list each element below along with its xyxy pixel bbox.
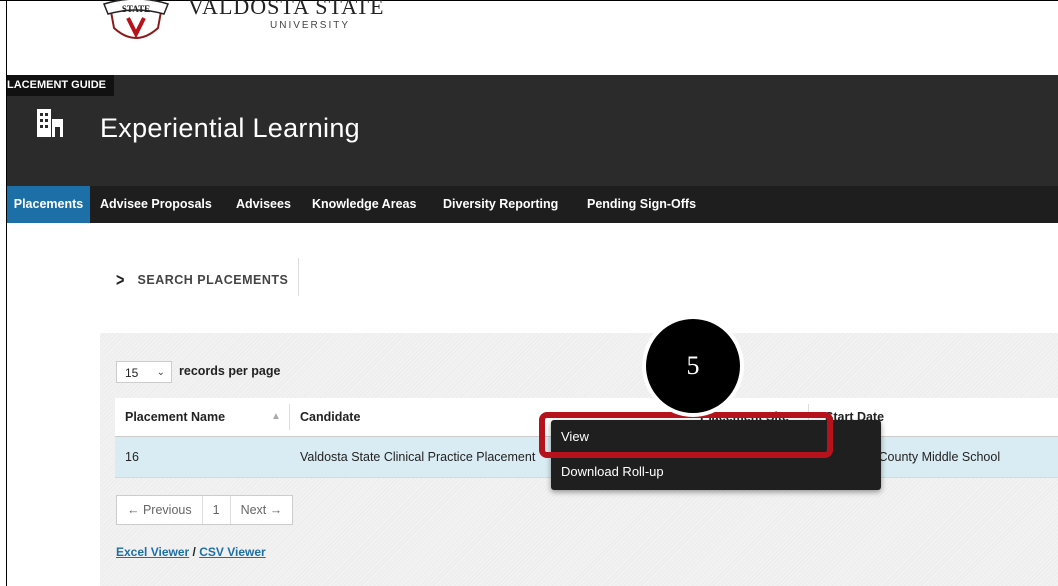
search-placements-toggle[interactable]: > SEARCH PLACEMENTS — [115, 262, 288, 298]
seal-text: STATE — [122, 4, 150, 14]
app-header: LACEMENT GUIDE Experiential Learning — [7, 75, 1058, 186]
next-page-button[interactable]: Next → — [231, 496, 293, 524]
csv-viewer-link[interactable]: CSV Viewer — [199, 545, 265, 559]
university-seal-icon: STATE — [103, 0, 169, 39]
column-header-placement-name[interactable]: Placement Name — [125, 398, 225, 436]
guide-tag[interactable]: LACEMENT GUIDE — [7, 75, 114, 96]
records-per-page-label: records per page — [179, 364, 281, 378]
tab-advisee-proposals[interactable]: Advisee Proposals — [100, 186, 212, 223]
previous-page-button[interactable]: ← Previous — [117, 496, 203, 524]
records-per-page-select[interactable]: 15 ⌄ — [116, 361, 172, 383]
chevron-right-icon: > — [116, 269, 125, 290]
tab-pending-sign-offs[interactable]: Pending Sign-Offs — [587, 186, 696, 223]
divider — [298, 258, 299, 296]
context-menu-download-roll-up[interactable]: Download Roll-up — [561, 464, 664, 479]
chevron-down-icon: ⌄ — [156, 367, 165, 378]
cell-placement-name: 16 — [125, 450, 139, 464]
step-number: 5 — [686, 351, 700, 380]
column-separator — [289, 404, 290, 430]
step-callout: 5 — [642, 315, 744, 417]
export-links: Excel Viewer / CSV Viewer — [116, 545, 266, 559]
logo-subtitle: UNIVERSITY — [270, 20, 351, 31]
main-nav: Placements Advisee Proposals Advisees Kn… — [7, 186, 1058, 223]
page-title: Experiential Learning — [100, 113, 360, 143]
tab-knowledge-areas[interactable]: Knowledge Areas — [312, 186, 416, 223]
logo-title: VALDOSTA STATE — [188, 0, 385, 19]
sort-icon[interactable]: ▲︎ — [271, 398, 281, 436]
records-per-page-value: 15 — [125, 366, 139, 380]
highlight-box — [539, 412, 833, 458]
excel-viewer-link[interactable]: Excel Viewer — [116, 545, 189, 559]
pagination: ← Previous 1 Next → — [116, 495, 294, 525]
tab-placements[interactable]: Placements — [7, 186, 90, 223]
search-placements-label: SEARCH PLACEMENTS — [137, 273, 289, 287]
tab-advisees[interactable]: Advisees — [236, 186, 291, 223]
page-number-button[interactable]: 1 — [203, 496, 231, 524]
tab-diversity-reporting[interactable]: Diversity Reporting — [443, 186, 558, 223]
link-separator: / — [189, 545, 200, 559]
building-icon — [37, 109, 63, 137]
column-header-candidate[interactable]: Candidate — [300, 398, 360, 436]
